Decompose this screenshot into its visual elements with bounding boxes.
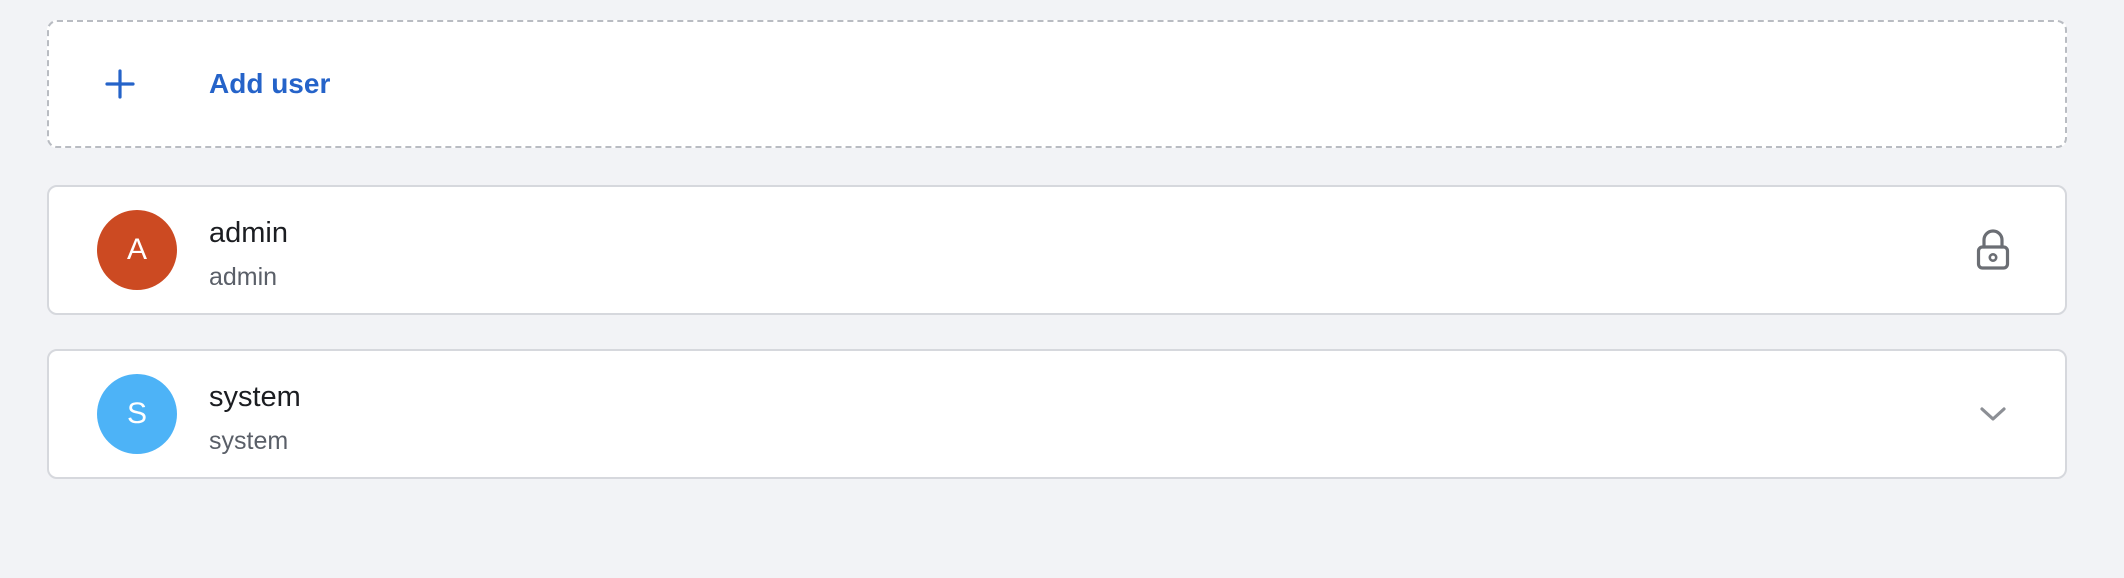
add-user-button[interactable]: Add user [47,20,2067,148]
add-user-label: Add user [209,68,331,99]
user-row-system[interactable]: S system system [47,349,2067,479]
avatar: S [97,374,177,454]
user-name: admin [209,217,288,249]
user-list-page: Add user A admin admin S system system [0,0,2124,578]
user-name: system [209,381,301,413]
avatar-initial: S [126,397,147,430]
lock-icon [1973,228,2013,272]
user-row-admin[interactable]: A admin admin [47,185,2067,315]
user-role: admin [209,263,278,291]
avatar: A [97,210,177,290]
avatar-initial: A [126,233,147,266]
user-role: system [209,427,289,455]
chevron-down-icon[interactable] [1973,392,2013,436]
plus-icon [105,69,135,99]
